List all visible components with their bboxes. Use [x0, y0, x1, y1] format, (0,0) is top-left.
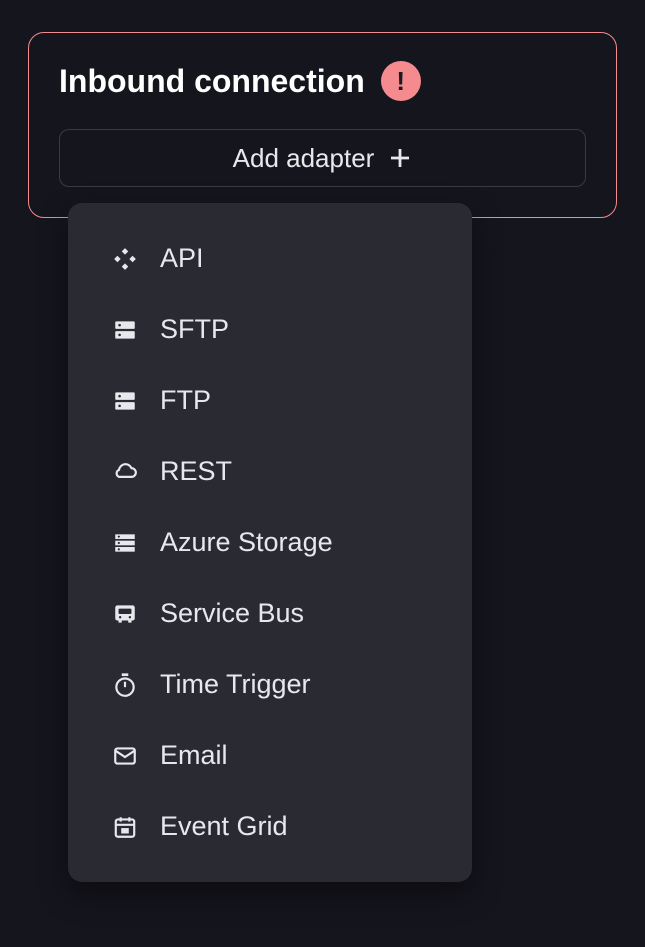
menu-item-azure-storage[interactable]: Azure Storage	[68, 507, 472, 578]
card-header: Inbound connection !	[59, 61, 586, 101]
menu-item-service-bus[interactable]: Service Bus	[68, 578, 472, 649]
menu-item-label: Service Bus	[160, 598, 304, 629]
menu-item-label: FTP	[160, 385, 211, 416]
menu-item-label: REST	[160, 456, 232, 487]
menu-item-api[interactable]: API	[68, 223, 472, 294]
calendar-icon	[112, 814, 138, 840]
storage-icon	[112, 530, 138, 556]
email-icon	[112, 743, 138, 769]
server-icon	[112, 317, 138, 343]
adapter-dropdown: API SFTP FTP REST	[68, 203, 472, 882]
cloud-icon	[112, 459, 138, 485]
timer-icon	[112, 672, 138, 698]
menu-item-label: Event Grid	[160, 811, 288, 842]
menu-item-label: Azure Storage	[160, 527, 333, 558]
menu-item-rest[interactable]: REST	[68, 436, 472, 507]
inbound-connection-card: Inbound connection ! Add adapter	[28, 32, 617, 218]
add-adapter-button[interactable]: Add adapter	[59, 129, 586, 187]
server-icon	[112, 388, 138, 414]
bus-icon	[112, 601, 138, 627]
menu-item-time-trigger[interactable]: Time Trigger	[68, 649, 472, 720]
menu-item-label: API	[160, 243, 204, 274]
menu-item-email[interactable]: Email	[68, 720, 472, 791]
menu-item-event-grid[interactable]: Event Grid	[68, 791, 472, 862]
plus-icon	[388, 146, 412, 170]
add-adapter-label: Add adapter	[233, 143, 375, 174]
card-title: Inbound connection	[59, 63, 365, 100]
menu-item-ftp[interactable]: FTP	[68, 365, 472, 436]
menu-item-label: Email	[160, 740, 228, 771]
warning-icon: !	[381, 61, 421, 101]
menu-item-sftp[interactable]: SFTP	[68, 294, 472, 365]
menu-item-label: Time Trigger	[160, 669, 311, 700]
menu-item-label: SFTP	[160, 314, 229, 345]
api-icon	[112, 246, 138, 272]
